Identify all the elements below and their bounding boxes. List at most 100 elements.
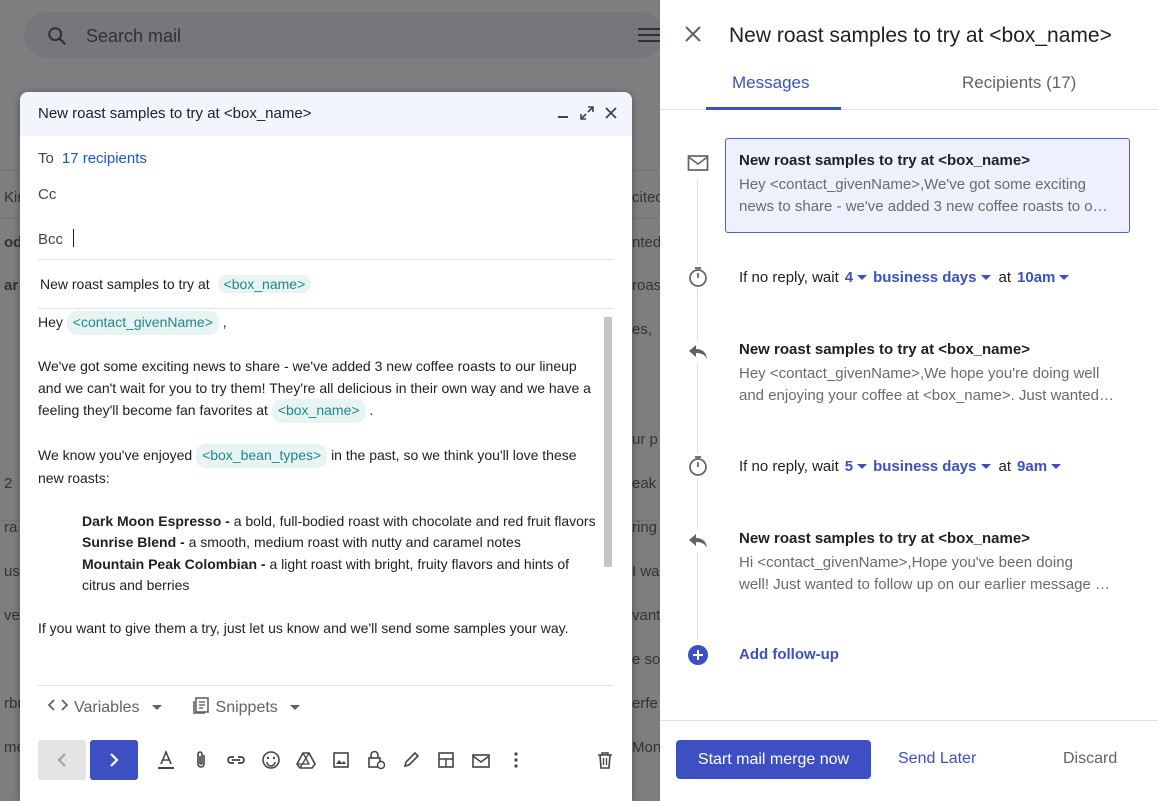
wait-unit-value: business days bbox=[873, 458, 977, 475]
signature-pen-icon[interactable] bbox=[393, 740, 428, 780]
to-field[interactable]: To 17 recipients bbox=[38, 150, 147, 167]
wait-days-dropdown[interactable]: 5 bbox=[844, 458, 868, 475]
wait-days-value: 5 bbox=[844, 458, 854, 475]
layout-icon[interactable] bbox=[428, 740, 463, 780]
expand-icon[interactable] bbox=[580, 104, 594, 122]
variable-chip[interactable]: <box_bean_types> bbox=[196, 444, 328, 468]
bg-fragment: e so bbox=[632, 651, 660, 668]
wait-rule: If no reply, wait 5 business days at 9am bbox=[739, 458, 1062, 475]
chevron-down-icon bbox=[857, 464, 868, 469]
minimize-icon[interactable] bbox=[556, 104, 570, 122]
roast-desc: a bold, full-bodied roast with chocolate… bbox=[229, 512, 596, 529]
wait-prefix: If no reply, wait bbox=[739, 269, 839, 286]
message-preview: well! Just wanted to follow up on our ea… bbox=[739, 576, 1114, 593]
chevron-left-icon bbox=[57, 753, 66, 767]
bg-fragment: I wa bbox=[632, 563, 660, 580]
message-item[interactable]: New roast samples to try at <box_name> H… bbox=[739, 530, 1119, 596]
message-subject: New roast samples to try at <box_name> bbox=[739, 530, 1030, 547]
link-icon[interactable] bbox=[218, 740, 253, 780]
message-item[interactable]: New roast samples to try at <box_name> H… bbox=[739, 341, 1119, 407]
wait-unit-dropdown[interactable]: business days bbox=[873, 458, 991, 475]
panel-footer: Start mail merge now Send Later Discard bbox=[660, 720, 1158, 801]
bg-fragment: ur p bbox=[632, 431, 658, 448]
wait-time-dropdown[interactable]: 10am bbox=[1017, 269, 1070, 286]
paragraph-3: If you want to give them a try, just let… bbox=[38, 620, 569, 636]
attach-icon[interactable] bbox=[183, 740, 218, 780]
tune-icon[interactable] bbox=[638, 25, 660, 45]
drive-icon[interactable] bbox=[288, 740, 323, 780]
image-icon[interactable] bbox=[323, 740, 358, 780]
wait-time-dropdown[interactable]: 9am bbox=[1017, 458, 1062, 475]
variable-chip[interactable]: <box_name> bbox=[217, 275, 312, 293]
variable-chip[interactable]: <box_name> bbox=[271, 399, 366, 423]
add-follow-up-link[interactable]: Add follow-up bbox=[739, 646, 839, 663]
next-button[interactable] bbox=[90, 740, 138, 780]
greeting-end: , bbox=[222, 314, 227, 330]
bg-fragment: Mon bbox=[632, 739, 660, 756]
compose-header[interactable]: New roast samples to try at <box_name> bbox=[20, 92, 632, 136]
close-icon[interactable] bbox=[684, 25, 702, 48]
text-format-icon[interactable] bbox=[148, 740, 183, 780]
bg-fragment: eak - bbox=[632, 475, 660, 492]
message-preview: news to share - we've added 3 new coffee… bbox=[739, 198, 1114, 215]
confidential-lock-icon[interactable] bbox=[358, 740, 393, 780]
code-icon bbox=[47, 698, 69, 717]
cc-field[interactable]: Cc bbox=[38, 186, 56, 203]
recipients-link[interactable]: 17 recipients bbox=[62, 150, 147, 167]
snippets-dropdown[interactable]: Snippets bbox=[192, 696, 300, 719]
send-later-button[interactable]: Send Later bbox=[898, 750, 976, 768]
compose-window: New roast samples to try at <box_name> T… bbox=[20, 92, 632, 801]
list-item: Sunrise Blend - a smooth, medium roast w… bbox=[82, 532, 598, 554]
chevron-down-icon bbox=[151, 705, 162, 710]
bg-fragment: ve bbox=[4, 607, 20, 624]
template-mail-icon[interactable] bbox=[463, 740, 498, 780]
paragraph-2-start: We know you've enjoyed bbox=[38, 447, 193, 463]
snippets-icon bbox=[192, 696, 210, 719]
list-item: Dark Moon Espresso - a bold, full-bodied… bbox=[82, 511, 598, 533]
variables-dropdown[interactable]: Variables bbox=[47, 698, 162, 717]
bg-fragment: erfe bbox=[632, 695, 658, 712]
search-icon bbox=[48, 27, 67, 46]
tab-recipients[interactable]: Recipients (17) bbox=[962, 73, 1076, 93]
add-circle-icon[interactable] bbox=[686, 643, 710, 667]
close-icon[interactable] bbox=[604, 104, 618, 122]
bg-fragment: vant bbox=[632, 607, 660, 624]
search-bar[interactable]: Search mail bbox=[24, 12, 660, 58]
wait-at: at bbox=[998, 458, 1012, 475]
bcc-field[interactable]: Bcc bbox=[38, 229, 75, 248]
wait-time-value: 9am bbox=[1017, 458, 1048, 475]
wait-unit-dropdown[interactable]: business days bbox=[873, 269, 991, 286]
subject-field[interactable]: New roast samples to try at <box_name> bbox=[40, 275, 312, 293]
panel-title: New roast samples to try at <box_name> bbox=[729, 24, 1112, 47]
wait-days-dropdown[interactable]: 4 bbox=[845, 269, 868, 286]
variable-chip[interactable]: <contact_givenName> bbox=[66, 311, 219, 335]
message-item[interactable]: New roast samples to try at <box_name> H… bbox=[739, 152, 1119, 218]
chevron-down-icon bbox=[857, 275, 868, 280]
message-preview: Hi <contact_givenName>,Hope you've been … bbox=[739, 554, 1073, 571]
reply-icon bbox=[686, 529, 710, 553]
active-tab-indicator bbox=[706, 107, 841, 110]
chevron-down-icon bbox=[980, 464, 991, 469]
previous-button[interactable] bbox=[38, 740, 86, 780]
emoji-icon[interactable] bbox=[253, 740, 288, 780]
roast-list: Dark Moon Espresso - a bold, full-bodied… bbox=[38, 511, 598, 597]
message-preview: Hey <contact_givenName>,We hope you're d… bbox=[739, 365, 1100, 382]
mail-icon bbox=[686, 151, 710, 175]
start-mail-merge-button[interactable]: Start mail merge now bbox=[676, 740, 871, 779]
timeline-line bbox=[697, 180, 698, 640]
chevron-right-icon bbox=[110, 753, 119, 767]
paragraph-1-end: . bbox=[369, 402, 374, 418]
text-cursor bbox=[73, 229, 75, 247]
roast-desc: a smooth, medium roast with nutty and ca… bbox=[184, 534, 521, 550]
scrollbar[interactable] bbox=[604, 317, 612, 567]
wait-prefix: If no reply, wait bbox=[739, 458, 839, 475]
more-options-icon[interactable] bbox=[498, 740, 533, 780]
discard-button[interactable]: Discard bbox=[1063, 750, 1117, 768]
bg-fragment: roas bbox=[632, 277, 660, 294]
list-item: Mountain Peak Colombian - a light roast … bbox=[82, 554, 598, 597]
trash-icon[interactable] bbox=[587, 740, 622, 780]
chevron-down-icon bbox=[1059, 275, 1070, 280]
tab-messages[interactable]: Messages bbox=[732, 73, 809, 93]
chevron-down-icon bbox=[980, 275, 991, 280]
message-body[interactable]: Hey <contact_givenName> , We've got some… bbox=[38, 311, 598, 661]
